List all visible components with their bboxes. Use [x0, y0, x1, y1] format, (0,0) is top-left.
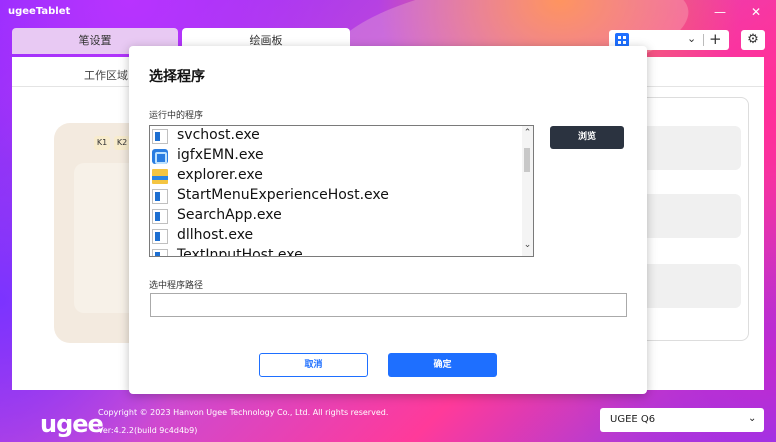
device-select[interactable]: UGEE Q6 ⌄ — [600, 408, 764, 432]
process-name: StartMenuExperienceHost.exe — [177, 187, 389, 203]
title-bar: ugeeTablet — ✕ — [0, 0, 776, 24]
generic-exe-icon — [152, 189, 168, 204]
chevron-down-icon[interactable]: ⌄ — [687, 32, 696, 45]
chevron-down-icon: ⌄ — [748, 413, 757, 424]
process-list[interactable]: svchost.exe igfxEMN.exe explorer.exe Sta… — [149, 125, 534, 257]
process-name: explorer.exe — [177, 167, 263, 183]
key-setting-row[interactable] — [633, 126, 741, 170]
process-name: TextInputHost.exe — [177, 247, 303, 257]
generic-exe-icon — [152, 249, 168, 256]
list-item[interactable]: dllhost.exe — [152, 226, 522, 246]
scrollbar[interactable]: ⌃ ⌄ — [522, 126, 533, 256]
generic-exe-icon — [152, 209, 168, 224]
close-button[interactable]: ✕ — [746, 2, 766, 22]
generic-exe-icon — [152, 229, 168, 244]
file-explorer-icon — [152, 169, 168, 184]
list-item[interactable]: StartMenuExperienceHost.exe — [152, 186, 522, 206]
intel-graphics-icon — [152, 149, 168, 164]
process-name: SearchApp.exe — [177, 207, 282, 223]
browse-button[interactable]: 浏览 — [550, 126, 624, 149]
list-item[interactable]: igfxEMN.exe — [152, 146, 522, 166]
cancel-button[interactable]: 取消 — [259, 353, 368, 377]
list-item[interactable]: TextInputHost.exe — [152, 246, 522, 257]
add-profile-button[interactable]: + — [709, 30, 722, 48]
selected-path-label: 选中程序路径 — [149, 281, 204, 291]
process-name: svchost.exe — [177, 127, 260, 143]
minimize-button[interactable]: — — [710, 2, 730, 22]
app-title: ugeeTablet — [8, 6, 71, 17]
list-item[interactable]: explorer.exe — [152, 166, 522, 186]
device-select-value: UGEE Q6 — [610, 414, 656, 425]
tablet-key-k1[interactable]: K1 — [94, 136, 110, 150]
footer: ugee Copyright © 2023 Hanvon Ugee Techno… — [0, 398, 776, 442]
list-item[interactable]: SearchApp.exe — [152, 206, 522, 226]
scrollbar-thumb[interactable] — [524, 148, 530, 172]
confirm-button[interactable]: 确定 — [388, 353, 497, 377]
chevron-up-icon[interactable]: ⌃ — [522, 128, 533, 138]
process-name: dllhost.exe — [177, 227, 254, 243]
version-text: Ver:4.2.2(build 9c4d4b9) — [98, 426, 198, 435]
divider — [703, 34, 704, 46]
generic-exe-icon — [152, 129, 168, 144]
gear-icon[interactable]: ⚙ — [741, 30, 765, 50]
grid-icon — [615, 33, 629, 47]
copyright-text: Copyright © 2023 Hanvon Ugee Technology … — [98, 408, 389, 417]
selected-path-field[interactable] — [150, 293, 627, 317]
key-setting-row[interactable] — [633, 264, 741, 308]
running-programs-label: 运行中的程序 — [149, 111, 204, 121]
tablet-key-k2[interactable]: K2 — [114, 136, 130, 150]
dialog-title: 选择程序 — [149, 69, 205, 85]
process-name: igfxEMN.exe — [177, 147, 264, 163]
chevron-down-icon[interactable]: ⌄ — [522, 240, 533, 250]
select-program-dialog: 选择程序 运行中的程序 svchost.exe igfxEMN.exe expl… — [129, 46, 647, 394]
key-setting-row[interactable] — [633, 194, 741, 238]
ugee-logo: ugee — [40, 410, 104, 438]
list-item[interactable]: svchost.exe — [152, 126, 522, 146]
subtab-work-area[interactable]: 工作区域 — [84, 67, 128, 83]
